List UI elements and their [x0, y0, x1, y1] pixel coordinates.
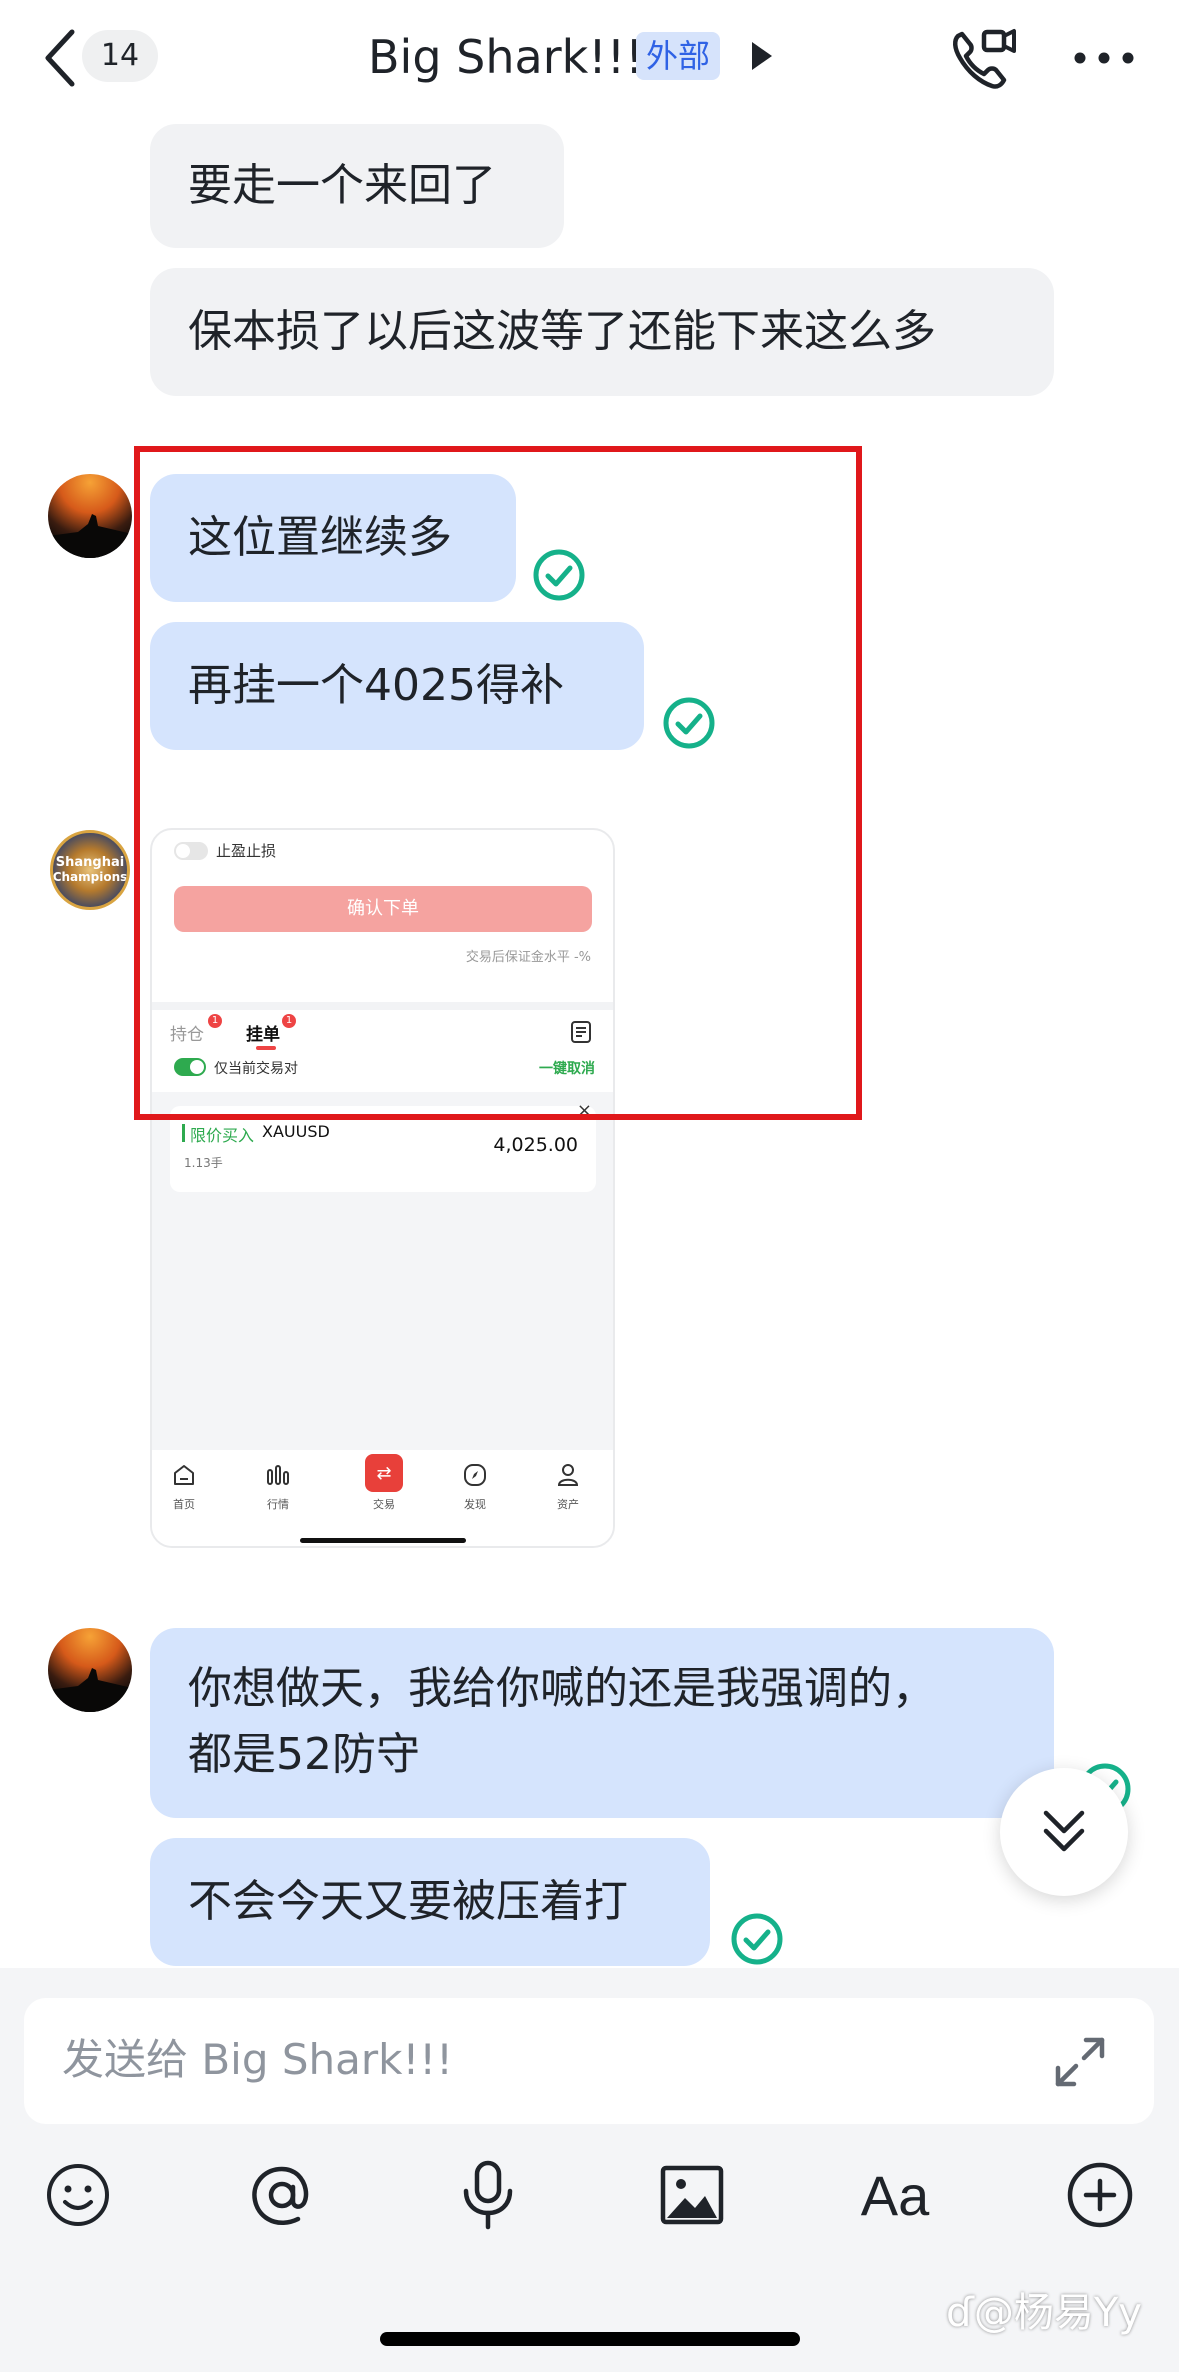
- text-format-button[interactable]: Aa: [855, 2155, 935, 2235]
- nav-assets: 资产: [538, 1462, 598, 1512]
- nav-market: 行情: [248, 1462, 308, 1512]
- back-button[interactable]: 14: [30, 18, 190, 98]
- orders-area: 限价买入 XAUUSD 1.13手 4,025.00 ×: [152, 1092, 613, 1450]
- avatar[interactable]: [48, 474, 132, 558]
- order-type: 限价买入: [190, 1126, 255, 1145]
- nav-trade: ⇄ 交易: [354, 1454, 414, 1512]
- back-arrow-icon: [45, 29, 75, 87]
- message-text: 你想做天，我给你喊的还是我强调的，: [188, 1663, 936, 1714]
- message-bubble[interactable]: 不会今天又要被压着打: [150, 1838, 710, 1966]
- silhouette-icon: [48, 1668, 132, 1712]
- home-indicator: [300, 1538, 466, 1543]
- home-indicator: [380, 2332, 800, 2346]
- external-tag: 外部: [636, 32, 721, 80]
- read-check-icon: [731, 1913, 783, 1965]
- message-input[interactable]: 发送给 Big Shark!!!: [24, 1998, 1154, 2124]
- text-format-icon: Aa: [860, 2163, 930, 2227]
- chat-title[interactable]: Big Shark!!!: [368, 26, 644, 88]
- bottom-nav: 首页 行情 ⇄ 交易 发现 资产: [152, 1450, 613, 1546]
- nav-home: 首页: [154, 1462, 214, 1512]
- message-bubble[interactable]: 你想做天，我给你喊的还是我强调的， 都是52防守: [150, 1628, 1054, 1818]
- emoji-button[interactable]: [38, 2155, 118, 2235]
- trade-icon: ⇄: [365, 1454, 403, 1492]
- watermark-logo-icon: ɗ: [946, 2290, 974, 2336]
- home-icon: [174, 1465, 194, 1485]
- more-icon[interactable]: [1072, 48, 1136, 68]
- chart-icon: [267, 1465, 289, 1485]
- highlight-box: [134, 446, 862, 1120]
- nav-discover: 发现: [445, 1462, 505, 1512]
- order-price: 4,025.00: [493, 1134, 578, 1156]
- mention-icon: [252, 2166, 309, 2225]
- message-text: 都是52防守: [188, 1729, 420, 1780]
- chat-header: 14 Big Shark!!! 外部: [0, 0, 1179, 118]
- order-symbol: XAUUSD: [262, 1122, 330, 1141]
- unread-count-badge: 14: [82, 30, 158, 82]
- expand-icon[interactable]: [1052, 2034, 1108, 2090]
- order-size: 1.13手: [184, 1156, 223, 1170]
- plus-icon: [1067, 2162, 1133, 2228]
- image-icon: [660, 2165, 724, 2225]
- logo-text: Shanghai: [55, 855, 125, 870]
- watermark: ɗ@杨易Yy: [946, 2280, 1142, 2338]
- message-text: 不会今天又要被压着打: [188, 1876, 628, 1927]
- message-text: 保本损了以后这波等了还能下来这么多: [188, 306, 936, 357]
- more-actions-button[interactable]: [1060, 2155, 1140, 2235]
- compass-icon: [464, 1464, 486, 1486]
- voice-button[interactable]: [448, 2155, 528, 2235]
- microphone-icon: [463, 2160, 513, 2230]
- message-bubble[interactable]: 要走一个来回了: [150, 124, 564, 248]
- emoji-icon: [47, 2164, 109, 2226]
- avatar[interactable]: Shanghai Champions: [50, 830, 130, 910]
- video-call-icon[interactable]: [948, 26, 1018, 92]
- image-button[interactable]: [652, 2155, 732, 2235]
- double-chevron-down-icon: [1043, 1810, 1085, 1852]
- message-text: 要走一个来回了: [188, 160, 496, 211]
- triangle-right-icon[interactable]: [750, 40, 774, 72]
- scroll-to-bottom-button[interactable]: [1000, 1768, 1128, 1896]
- logo-text: Champions: [52, 870, 128, 884]
- mention-button[interactable]: [242, 2155, 322, 2235]
- input-placeholder: 发送给 Big Shark!!!: [62, 2035, 453, 2084]
- avatar[interactable]: [48, 1628, 132, 1712]
- user-icon: [557, 1464, 579, 1486]
- watermark-text: @杨易Yy: [973, 2290, 1142, 2336]
- silhouette-icon: [48, 514, 132, 558]
- message-bubble[interactable]: 保本损了以后这波等了还能下来这么多: [150, 268, 1054, 396]
